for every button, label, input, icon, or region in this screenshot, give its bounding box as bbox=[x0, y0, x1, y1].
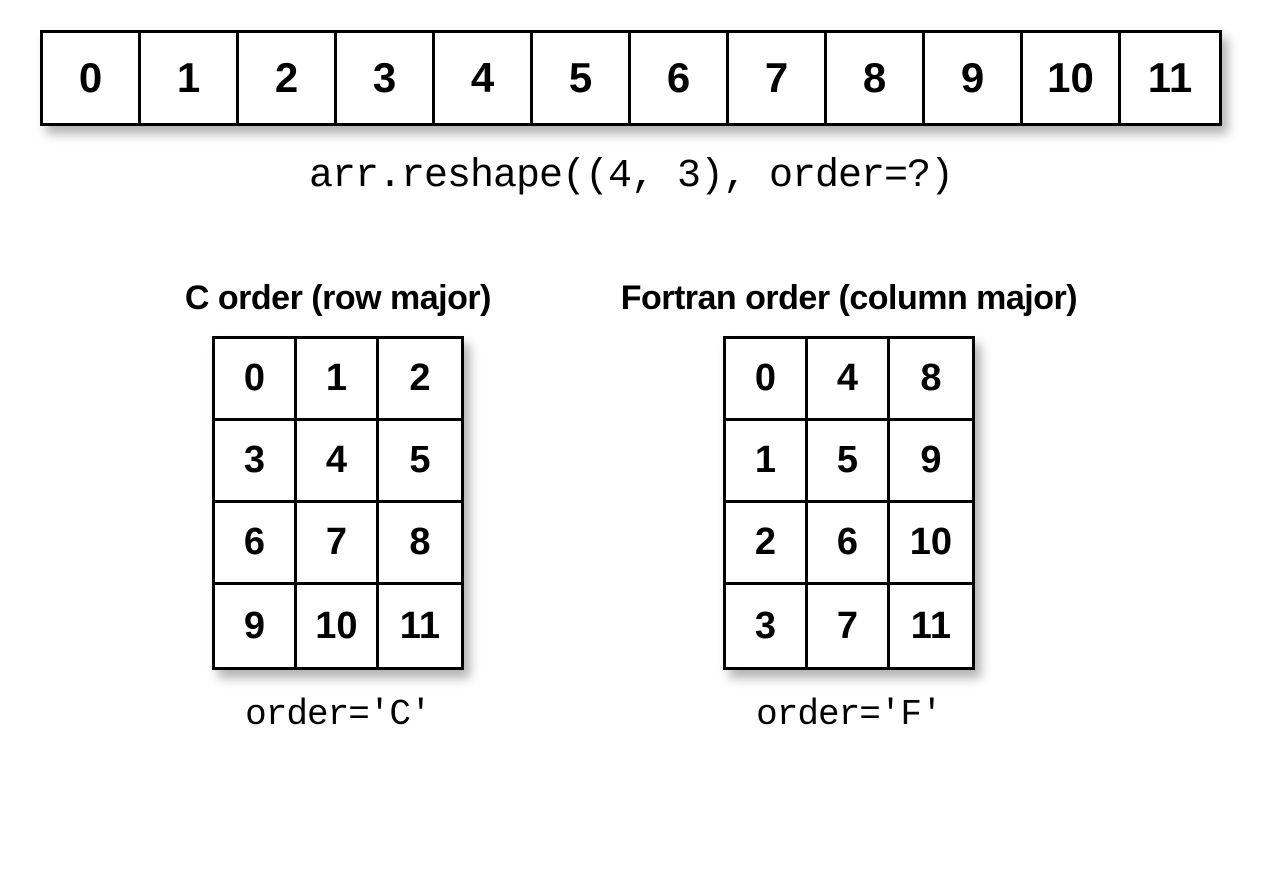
reshape-code-label: arr.reshape((4, 3), order=?) bbox=[40, 154, 1222, 199]
matrix-cell: 3 bbox=[726, 585, 808, 667]
matrix-row: 2 6 10 bbox=[726, 503, 972, 585]
matrix-cell: 8 bbox=[890, 339, 972, 421]
matrix-cell: 2 bbox=[379, 339, 461, 421]
top-cell: 1 bbox=[141, 33, 239, 123]
top-cell: 11 bbox=[1121, 33, 1219, 123]
top-cell: 8 bbox=[827, 33, 925, 123]
matrix-cell: 9 bbox=[890, 421, 972, 503]
matrix-row: 9 10 11 bbox=[215, 585, 461, 667]
matrix-cell: 0 bbox=[726, 339, 808, 421]
matrix-cell: 0 bbox=[215, 339, 297, 421]
top-cell: 4 bbox=[435, 33, 533, 123]
top-cell: 2 bbox=[239, 33, 337, 123]
matrix-cell: 2 bbox=[726, 503, 808, 585]
matrix-cell: 6 bbox=[215, 503, 297, 585]
top-array: 0 1 2 3 4 5 6 7 8 9 10 11 bbox=[40, 30, 1222, 126]
c-order-panel: C order (row major) 0 1 2 3 4 5 6 7 8 9 … bbox=[185, 279, 491, 735]
matrix-cell: 10 bbox=[297, 585, 379, 667]
fortran-order-panel: Fortran order (column major) 0 4 8 1 5 9… bbox=[621, 279, 1077, 735]
matrix-cell: 4 bbox=[297, 421, 379, 503]
c-order-code-label: order='C' bbox=[245, 694, 430, 735]
c-order-matrix: 0 1 2 3 4 5 6 7 8 9 10 11 bbox=[212, 336, 464, 670]
matrix-cell: 7 bbox=[808, 585, 890, 667]
fortran-order-matrix: 0 4 8 1 5 9 2 6 10 3 7 11 bbox=[723, 336, 975, 670]
matrix-row: 0 4 8 bbox=[726, 339, 972, 421]
matrix-cell: 4 bbox=[808, 339, 890, 421]
c-order-title: C order (row major) bbox=[185, 279, 491, 318]
matrix-row: 6 7 8 bbox=[215, 503, 461, 585]
matrix-cell: 11 bbox=[890, 585, 972, 667]
top-cell: 6 bbox=[631, 33, 729, 123]
fortran-order-title: Fortran order (column major) bbox=[621, 279, 1077, 318]
top-cell: 5 bbox=[533, 33, 631, 123]
top-cell: 0 bbox=[43, 33, 141, 123]
matrix-cell: 3 bbox=[215, 421, 297, 503]
top-cell: 3 bbox=[337, 33, 435, 123]
top-cell: 9 bbox=[925, 33, 1023, 123]
matrix-cell: 5 bbox=[379, 421, 461, 503]
matrix-cell: 8 bbox=[379, 503, 461, 585]
fortran-order-code-label: order='F' bbox=[756, 694, 941, 735]
matrix-cell: 1 bbox=[726, 421, 808, 503]
matrix-cell: 1 bbox=[297, 339, 379, 421]
top-cell: 10 bbox=[1023, 33, 1121, 123]
matrix-cell: 9 bbox=[215, 585, 297, 667]
matrix-row: 1 5 9 bbox=[726, 421, 972, 503]
top-cell: 7 bbox=[729, 33, 827, 123]
matrix-cell: 7 bbox=[297, 503, 379, 585]
matrix-cell: 10 bbox=[890, 503, 972, 585]
matrix-cell: 6 bbox=[808, 503, 890, 585]
panels-container: C order (row major) 0 1 2 3 4 5 6 7 8 9 … bbox=[40, 279, 1222, 735]
matrix-cell: 11 bbox=[379, 585, 461, 667]
matrix-row: 3 4 5 bbox=[215, 421, 461, 503]
matrix-cell: 5 bbox=[808, 421, 890, 503]
matrix-row: 3 7 11 bbox=[726, 585, 972, 667]
matrix-row: 0 1 2 bbox=[215, 339, 461, 421]
